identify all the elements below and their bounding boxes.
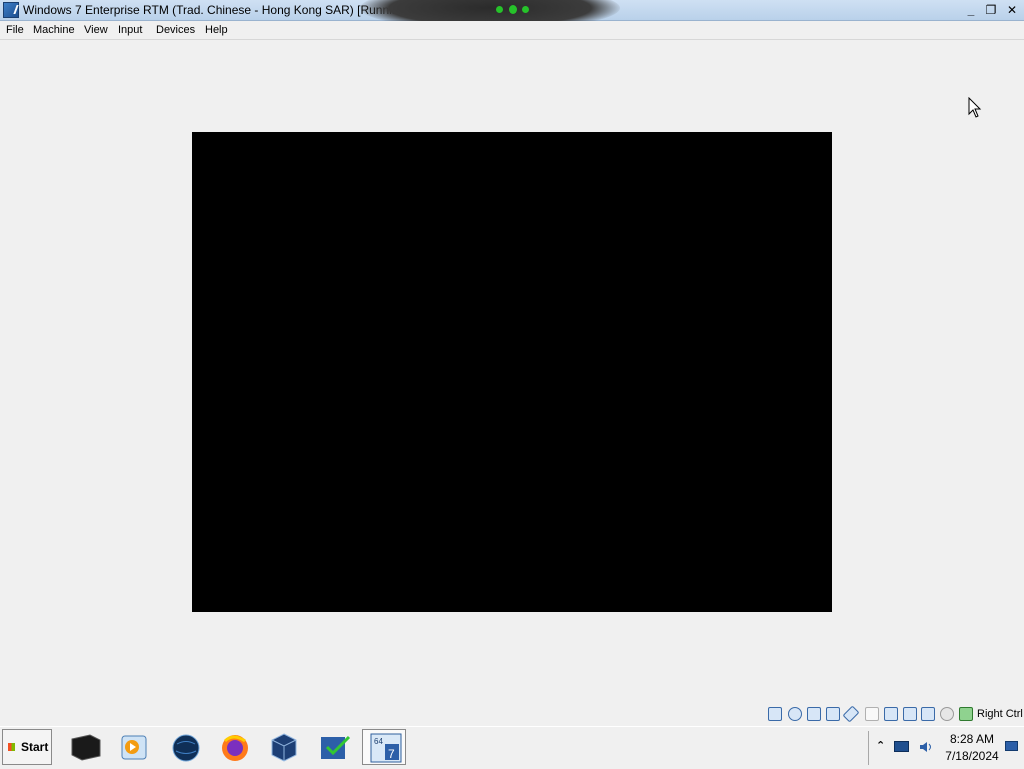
title-bar[interactable]: Windows 7 Enterprise RTM (Trad. Chinese …	[0, 0, 1024, 30]
status-indicator-icon	[496, 6, 503, 13]
clock-time: 8:28 AM	[949, 732, 995, 746]
close-button[interactable]: ✕	[1003, 2, 1021, 18]
globe-icon[interactable]	[164, 729, 208, 765]
volume-tray-icon[interactable]	[918, 739, 934, 755]
action-center-icon[interactable]	[1005, 741, 1018, 751]
shared-folders-icon[interactable]	[865, 707, 879, 721]
start-label: Start	[21, 740, 49, 754]
cpu-icon[interactable]	[921, 707, 935, 721]
clock-date: 7/18/2024	[945, 749, 999, 763]
menu-input[interactable]: Input	[118, 24, 142, 36]
menu-file[interactable]: File	[6, 24, 24, 36]
hard-disk-icon[interactable]	[768, 707, 782, 721]
mouse-cursor-icon	[968, 97, 982, 118]
menu-devices[interactable]: Devices	[156, 24, 195, 36]
windows-logo-icon	[8, 743, 15, 751]
usb-icon[interactable]	[842, 705, 860, 723]
vm-guest-display[interactable]	[192, 132, 832, 612]
display-icon[interactable]	[884, 707, 898, 721]
vm-checklist-icon[interactable]	[313, 729, 357, 765]
network-icon[interactable]	[826, 707, 840, 721]
tray-separator	[868, 731, 869, 765]
menu-view[interactable]: View	[84, 24, 108, 36]
firefox-icon[interactable]	[213, 729, 257, 765]
menu-machine[interactable]: Machine	[33, 24, 75, 36]
host-key-label: Right Ctrl	[977, 708, 1023, 720]
network-tray-icon[interactable]	[894, 741, 909, 752]
svg-text:7: 7	[388, 747, 395, 761]
restore-button[interactable]: ❐	[982, 2, 1000, 18]
vm-status-bar: Right Ctrl	[0, 703, 1024, 725]
windows7-vm-icon[interactable]: 64 7	[362, 729, 406, 765]
status-indicator-icon	[522, 6, 529, 13]
taskbar: Start 64 7 ⌃ 8:28 AM 7/18/2024	[0, 726, 1024, 769]
start-button[interactable]: Start	[2, 729, 52, 765]
system-clock[interactable]: 8:28 AM 7/18/2024	[936, 731, 1008, 765]
menu-bar: File Machine View Input Devices Help	[0, 21, 1024, 40]
status-indicator-icon	[509, 5, 517, 14]
virtualbox-icon[interactable]	[262, 729, 306, 765]
minimize-button[interactable]: _	[962, 2, 980, 18]
audio-icon[interactable]	[807, 707, 821, 721]
media-player-icon[interactable]	[112, 729, 156, 765]
optical-drive-icon[interactable]	[788, 707, 802, 721]
video-capture-icon[interactable]	[903, 707, 917, 721]
show-hidden-icons-icon[interactable]: ⌃	[876, 739, 885, 752]
mouse-integration-icon[interactable]	[940, 707, 954, 721]
keyboard-icon[interactable]	[959, 707, 973, 721]
virtualbox-app-icon[interactable]	[3, 2, 19, 18]
svg-text:64: 64	[374, 737, 383, 746]
menu-help[interactable]: Help	[205, 24, 228, 36]
terminal-icon[interactable]	[64, 729, 108, 765]
